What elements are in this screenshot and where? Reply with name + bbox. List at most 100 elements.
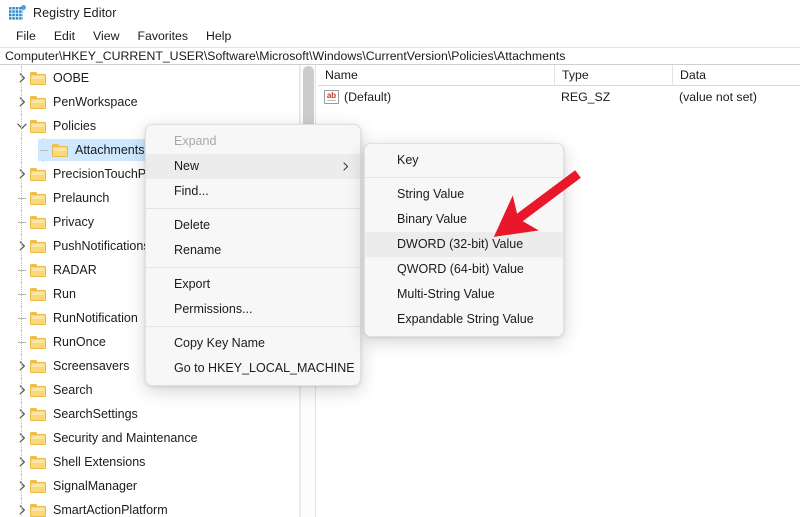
menu-item-label: Copy Key Name	[174, 336, 266, 350]
folder-icon	[30, 455, 47, 469]
chevron-right-icon[interactable]	[14, 450, 30, 474]
tree-branch-line	[14, 258, 30, 282]
menu-item-qword-64-bit-value[interactable]: QWORD (64-bit) Value	[365, 257, 563, 282]
menu-item-label: Find...	[174, 184, 209, 198]
address-bar[interactable]: Computer\HKEY_CURRENT_USER\Software\Micr…	[0, 47, 800, 65]
value-name: (Default)	[344, 90, 392, 104]
tree-item[interactable]: OOBE	[0, 66, 299, 90]
values-list: ab (Default) REG_SZ (value not set)	[318, 86, 800, 108]
menu-item-label: Export	[174, 277, 211, 291]
menu-separator	[365, 177, 563, 178]
column-header-data[interactable]: Data	[672, 65, 800, 86]
folder-icon	[30, 119, 47, 133]
menu-item-label: Expandable String Value	[397, 312, 534, 326]
chevron-right-icon[interactable]	[14, 474, 30, 498]
folder-icon	[52, 143, 69, 157]
tree-item-label: Privacy	[53, 215, 94, 229]
tree-item-label: PrecisionTouchPad	[53, 167, 161, 181]
tree-item-label: RunOnce	[53, 335, 106, 349]
menu-item-rename[interactable]: Rename	[146, 238, 360, 263]
menu-item-label: Binary Value	[397, 212, 467, 226]
value-data: (value not set)	[679, 90, 757, 104]
tree-branch-line	[14, 186, 30, 210]
menu-item-label: Key	[397, 153, 419, 167]
context-menu[interactable]: Expand New Find... Delete Rename Export Permis…	[145, 124, 361, 386]
folder-icon	[30, 239, 47, 253]
menu-view[interactable]: View	[84, 27, 128, 46]
menu-item-expandable-string-value[interactable]: Expandable String Value	[365, 307, 563, 332]
folder-icon	[30, 263, 47, 277]
menu-item-export[interactable]: Export	[146, 272, 360, 297]
menu-item-label: Expand	[174, 134, 217, 148]
folder-icon	[30, 191, 47, 205]
folder-icon	[30, 407, 47, 421]
tree-item[interactable]: Shell Extensions	[0, 450, 299, 474]
value-row[interactable]: ab (Default) REG_SZ (value not set)	[318, 86, 800, 108]
chevron-right-icon[interactable]	[14, 162, 30, 186]
registry-editor-icon	[9, 4, 26, 21]
column-header-type[interactable]: Type	[554, 65, 672, 86]
menu-item-permissions[interactable]: Permissions...	[146, 297, 360, 322]
tree-item[interactable]: SmartActionPlatform	[0, 498, 299, 517]
folder-icon	[30, 287, 47, 301]
menu-item-new[interactable]: New	[146, 154, 360, 179]
tree-item[interactable]: SignalManager	[0, 474, 299, 498]
chevron-right-icon[interactable]	[14, 354, 30, 378]
title-bar: Registry Editor	[0, 0, 800, 25]
menu-file[interactable]: File	[7, 27, 45, 46]
tree-item[interactable]: SearchSettings	[0, 402, 299, 426]
folder-icon	[30, 431, 47, 445]
folder-icon	[30, 479, 47, 493]
value-type: REG_SZ	[561, 90, 611, 104]
tree-item-label: PushNotifications	[53, 239, 150, 253]
chevron-right-icon[interactable]	[14, 498, 30, 517]
tree-branch-line	[14, 330, 30, 354]
chevron-right-icon[interactable]	[14, 378, 30, 402]
tree-item-label: PenWorkspace	[53, 95, 138, 109]
menu-item-key[interactable]: Key	[365, 148, 563, 173]
tree-item-label: OOBE	[53, 71, 90, 85]
menu-item-label: Delete	[174, 218, 211, 232]
tree-item-label: Prelaunch	[53, 191, 110, 205]
menu-item-label: String Value	[397, 187, 465, 201]
column-header-name[interactable]: Name	[318, 65, 554, 86]
tree-item-label: RunNotification	[53, 311, 138, 325]
tree-item[interactable]: PenWorkspace	[0, 90, 299, 114]
tree-item-label: Security and Maintenance	[53, 431, 198, 445]
menu-item-multi-string-value[interactable]: Multi-String Value	[365, 282, 563, 307]
menu-item-string-value[interactable]: String Value	[365, 182, 563, 207]
chevron-right-icon[interactable]	[14, 66, 30, 90]
chevron-right-icon[interactable]	[14, 90, 30, 114]
folder-icon	[30, 503, 47, 517]
chevron-down-icon[interactable]	[14, 114, 30, 138]
menu-item-label: DWORD (32-bit) Value	[397, 237, 524, 251]
menu-separator	[146, 267, 360, 268]
menu-favorites[interactable]: Favorites	[128, 27, 197, 46]
window-title: Registry Editor	[33, 5, 117, 20]
registry-editor-window: Registry Editor File Edit View Favorites…	[0, 0, 800, 517]
menu-item-copy-key-name[interactable]: Copy Key Name	[146, 331, 360, 356]
tree-item-label: Search	[53, 383, 93, 397]
menu-item-binary-value[interactable]: Binary Value	[365, 207, 563, 232]
folder-icon	[30, 71, 47, 85]
menu-item-expand: Expand	[146, 129, 360, 154]
tree-item-label: Screensavers	[53, 359, 130, 373]
chevron-right-icon[interactable]	[14, 402, 30, 426]
chevron-right-icon[interactable]	[14, 426, 30, 450]
menu-item-find[interactable]: Find...	[146, 179, 360, 204]
tree-item-label: Policies	[53, 119, 97, 133]
menu-help[interactable]: Help	[197, 27, 240, 46]
menu-item-label: New	[174, 159, 200, 173]
menu-item-dword-32-bit-value[interactable]: DWORD (32-bit) Value	[365, 232, 563, 257]
tree-item[interactable]: Security and Maintenance	[0, 426, 299, 450]
folder-icon	[30, 311, 47, 325]
folder-icon	[30, 95, 47, 109]
new-submenu[interactable]: Key String Value Binary Value DWORD (32-bit…	[364, 143, 564, 337]
menu-item-go-to-hkey-local-machine[interactable]: Go to HKEY_LOCAL_MACHINE	[146, 356, 360, 381]
menu-item-delete[interactable]: Delete	[146, 213, 360, 238]
menu-edit[interactable]: Edit	[45, 27, 84, 46]
chevron-right-icon[interactable]	[14, 234, 30, 258]
menu-separator	[146, 326, 360, 327]
tree-item-label: Shell Extensions	[53, 455, 146, 469]
menu-item-label: Permissions...	[174, 302, 253, 316]
